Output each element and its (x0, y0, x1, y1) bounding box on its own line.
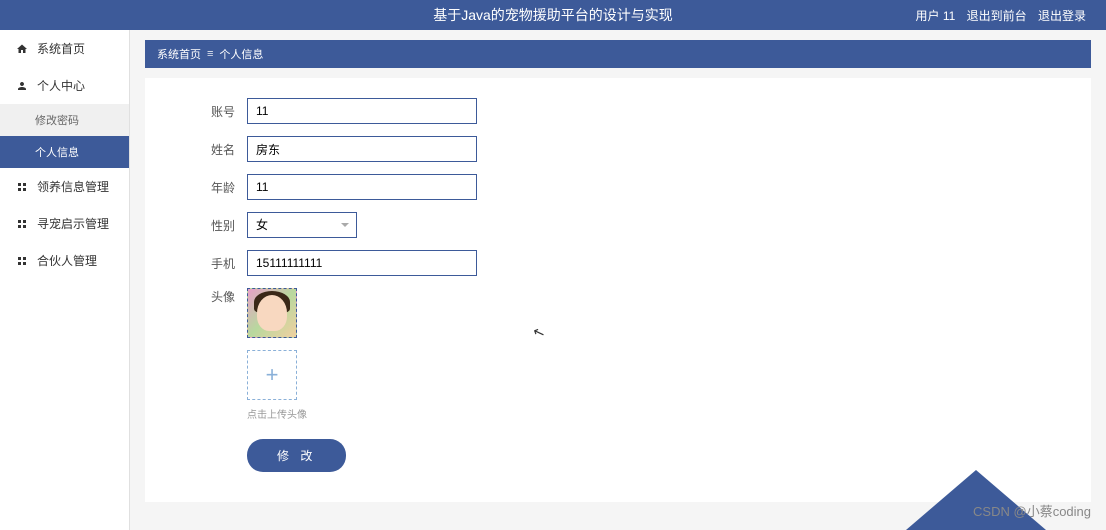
exit-front-link[interactable]: 退出到前台 (967, 9, 1027, 23)
account-input[interactable] (247, 98, 477, 124)
breadcrumb-separator-icon: ≡ (207, 48, 213, 60)
gender-select[interactable]: 女 (247, 212, 357, 238)
avatar-label: 头像 (195, 288, 235, 305)
phone-label: 手机 (195, 255, 235, 272)
sidebar-sub-label: 个人信息 (35, 147, 79, 159)
submit-button[interactable]: 修 改 (247, 439, 346, 472)
phone-input[interactable] (247, 250, 477, 276)
sidebar-item-label: 领养信息管理 (37, 178, 109, 195)
sidebar-item-label: 寻宠启示管理 (37, 215, 109, 232)
sidebar-sub-info[interactable]: 个人信息 (0, 136, 129, 168)
account-label: 账号 (195, 103, 235, 120)
sidebar-sub-password[interactable]: 修改密码 (0, 104, 129, 136)
gender-label: 性别 (195, 217, 235, 234)
logout-link[interactable]: 退出登录 (1038, 9, 1086, 23)
name-input[interactable] (247, 136, 477, 162)
home-icon (15, 43, 29, 55)
sidebar-item-personal[interactable]: 个人中心 (0, 67, 129, 104)
user-label[interactable]: 用户 11 (915, 9, 955, 23)
breadcrumb: 系统首页 ≡ 个人信息 (145, 40, 1091, 68)
watermark: CSDN @小蔡coding (973, 501, 1091, 520)
age-label: 年龄 (195, 179, 235, 196)
content-panel: 账号 姓名 年龄 性别 女 手机 (145, 78, 1091, 502)
grid-icon (15, 255, 29, 267)
upload-hint: 点击上传头像 (247, 406, 1041, 421)
app-header: 基于Java的宠物援助平台的设计与实现 用户 11 退出到前台 退出登录 (0, 0, 1106, 30)
avatar-preview[interactable] (247, 288, 297, 338)
plus-icon: + (266, 362, 279, 388)
sidebar-sub-label: 修改密码 (35, 115, 79, 127)
sidebar-item-label: 系统首页 (37, 40, 85, 57)
upload-avatar-button[interactable]: + (247, 350, 297, 400)
name-label: 姓名 (195, 141, 235, 158)
decorative-triangle (906, 470, 1046, 530)
sidebar-item-findpet[interactable]: 寻宠启示管理 (0, 205, 129, 242)
grid-icon (15, 181, 29, 193)
page-title: 基于Java的宠物援助平台的设计与实现 (433, 5, 673, 25)
sidebar: 系统首页 个人中心 修改密码 个人信息 领养信息管理 寻宠启示管理 (0, 30, 130, 530)
main-content: 系统首页 ≡ 个人信息 账号 姓名 年龄 性别 女 (130, 30, 1106, 530)
breadcrumb-current: 个人信息 (219, 46, 263, 62)
grid-icon (15, 218, 29, 230)
sidebar-item-label: 合伙人管理 (37, 252, 97, 269)
sidebar-item-home[interactable]: 系统首页 (0, 30, 129, 67)
sidebar-item-label: 个人中心 (37, 77, 85, 94)
sidebar-item-partner[interactable]: 合伙人管理 (0, 242, 129, 279)
header-right: 用户 11 退出到前台 退出登录 (907, 7, 1086, 24)
sidebar-item-adopt[interactable]: 领养信息管理 (0, 168, 129, 205)
breadcrumb-root[interactable]: 系统首页 (157, 46, 201, 62)
age-input[interactable] (247, 174, 477, 200)
person-icon (15, 80, 29, 92)
